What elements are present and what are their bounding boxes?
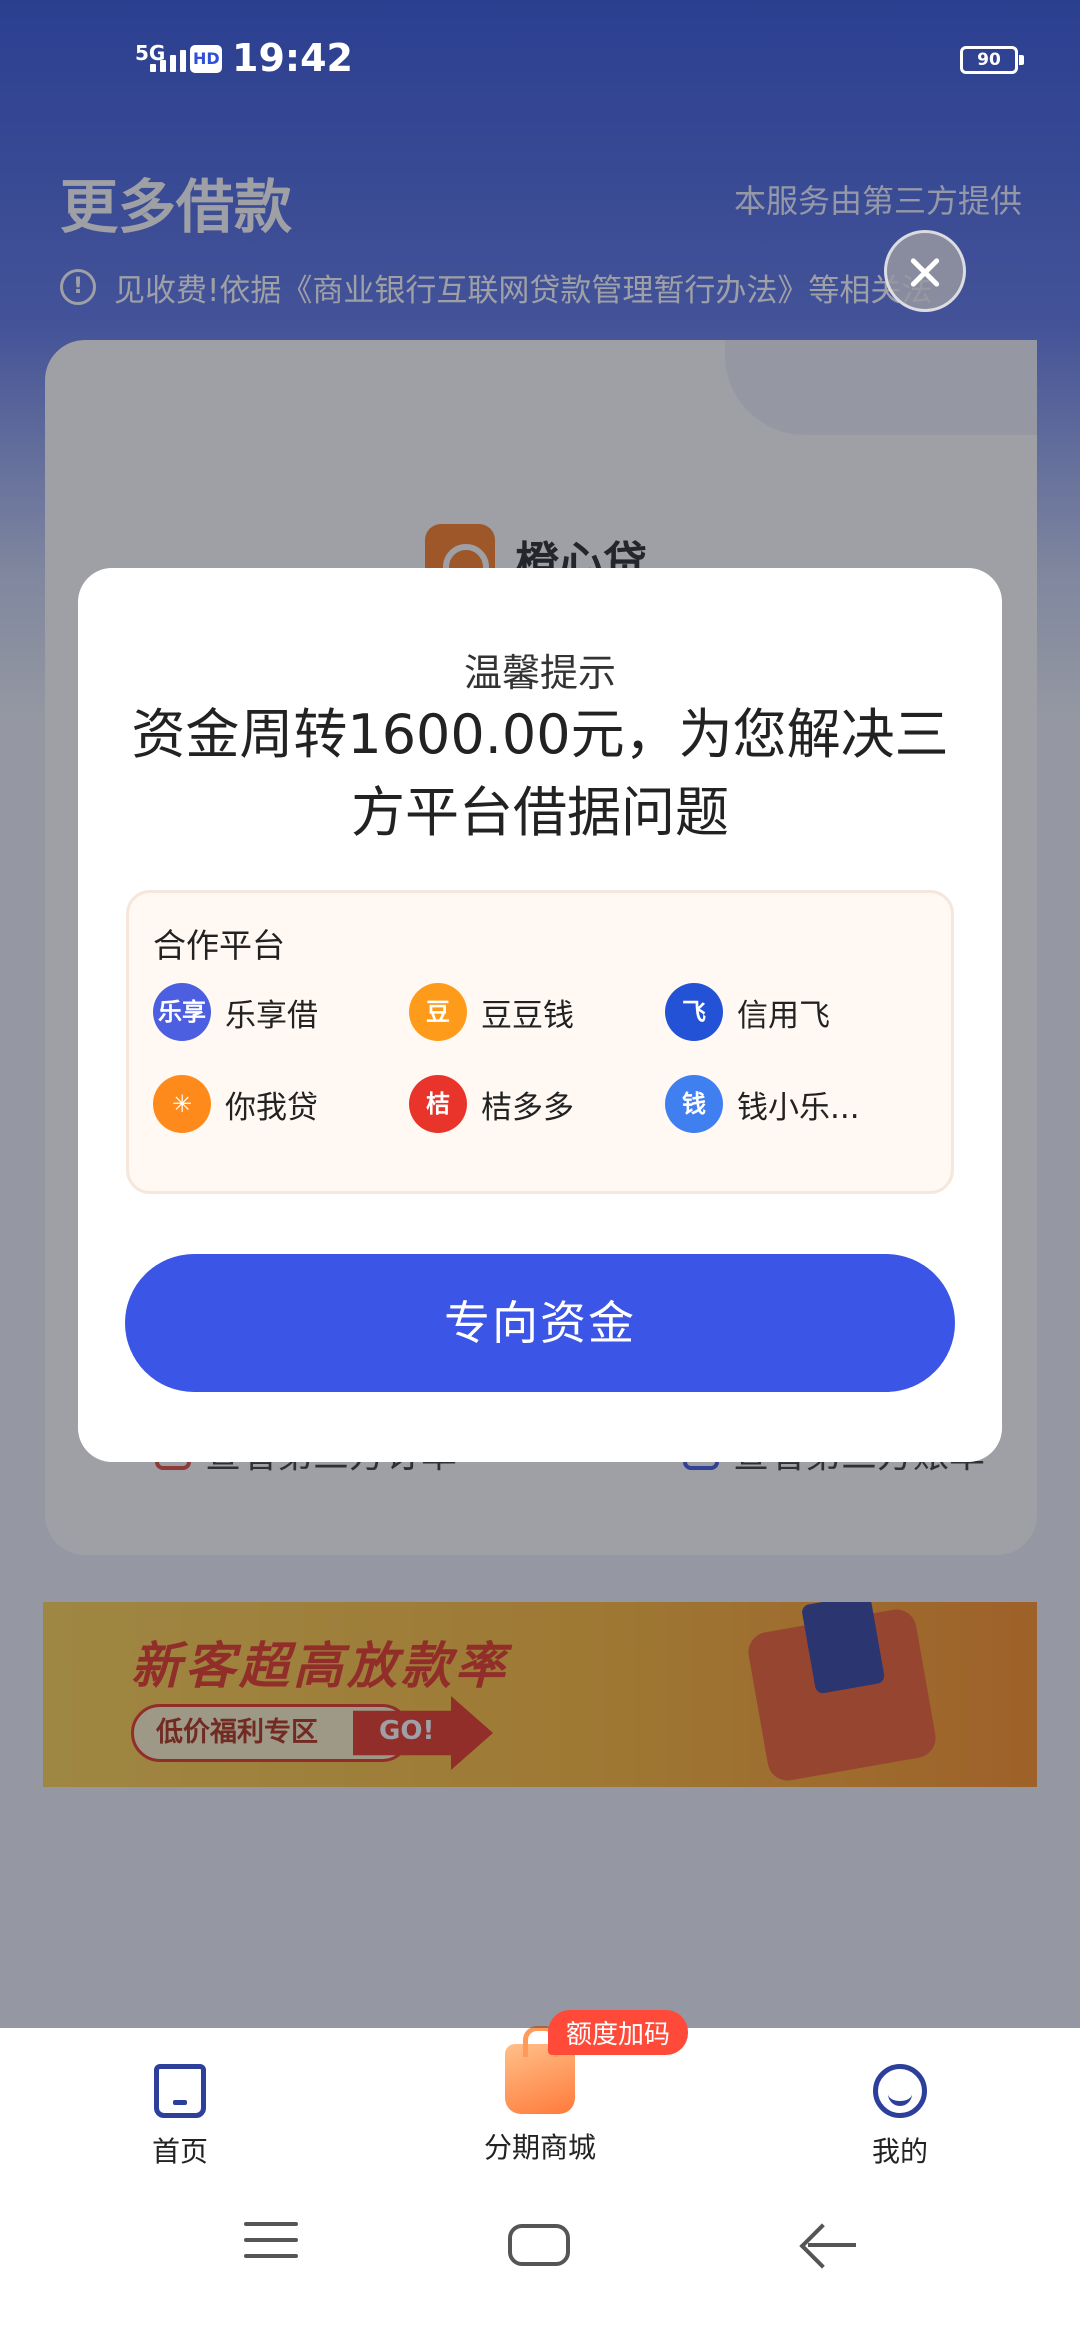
nav-mine[interactable]: 我的 [800, 2064, 1000, 2170]
dialog-subtitle: 温馨提示 [463, 651, 616, 695]
dialog-title: 资金周转1600.00元，为您解决三方平台借据问题 [131, 703, 949, 844]
qianxiaole-logo-icon: 钱 [665, 1075, 723, 1133]
lexiangjie-logo-icon: 乐享 [153, 983, 211, 1041]
partner-item: 飞 信用飞 [665, 983, 830, 1041]
close-icon[interactable] [884, 230, 966, 312]
niwodai-logo-icon: ✳ [153, 1075, 211, 1133]
partner-item: 钱 钱小乐... [665, 1075, 860, 1133]
doudouqian-logo-icon: 豆 [409, 983, 467, 1041]
mall-badge: 额度加码 [548, 2010, 689, 2055]
nav-home[interactable]: 首页 [80, 2064, 280, 2170]
partner-item: 桔 桔多多 [409, 1075, 574, 1133]
nav-installment-mall[interactable]: 分期商城 [440, 2026, 640, 2166]
nav-mall-label: 分期商城 [483, 2131, 596, 2164]
battery-icon: 90 [960, 46, 1024, 74]
partner-name: 乐享借 [225, 997, 318, 1034]
status-bar: 5G HD 19:42 90 [0, 0, 1080, 120]
clock: 19:42 [232, 36, 353, 80]
partner-name: 桔多多 [481, 1089, 574, 1126]
system-nav-bar [0, 2178, 1080, 2340]
dedicated-funds-button[interactable]: 专向资金 [125, 1254, 955, 1392]
home-button-icon[interactable] [508, 2224, 570, 2266]
partner-name: 钱小乐... [737, 1089, 860, 1126]
partner-name: 豆豆钱 [481, 997, 574, 1034]
nav-mine-label: 我的 [871, 2135, 928, 2168]
partner-name: 信用飞 [737, 997, 830, 1034]
partner-item: 豆 豆豆钱 [409, 983, 574, 1041]
signal-icon [150, 48, 186, 72]
profile-icon [873, 2064, 927, 2118]
nav-home-label: 首页 [151, 2135, 208, 2168]
menu-icon[interactable] [244, 2222, 298, 2270]
back-arrow-icon[interactable] [800, 2222, 860, 2268]
bottom-nav: 首页 分期商城 我的 [0, 2026, 1080, 2178]
juduoduo-logo-icon: 桔 [409, 1075, 467, 1133]
partner-platforms: 合作平台 乐享 乐享借 豆 豆豆钱 飞 信用飞 ✳ 你我贷 桔 桔多多 钱 钱小… [126, 890, 954, 1194]
home-icon [154, 2064, 206, 2118]
partner-item: ✳ 你我贷 [153, 1075, 318, 1133]
partner-name: 你我贷 [225, 1089, 318, 1126]
partner-heading: 合作平台 [153, 926, 285, 965]
hd-icon: HD [190, 45, 222, 73]
partner-item: 乐享 乐享借 [153, 983, 318, 1041]
tip-dialog: 温馨提示 资金周转1600.00元，为您解决三方平台借据问题 合作平台 乐享 乐… [78, 568, 1002, 1462]
xinyongfei-logo-icon: 飞 [665, 983, 723, 1041]
